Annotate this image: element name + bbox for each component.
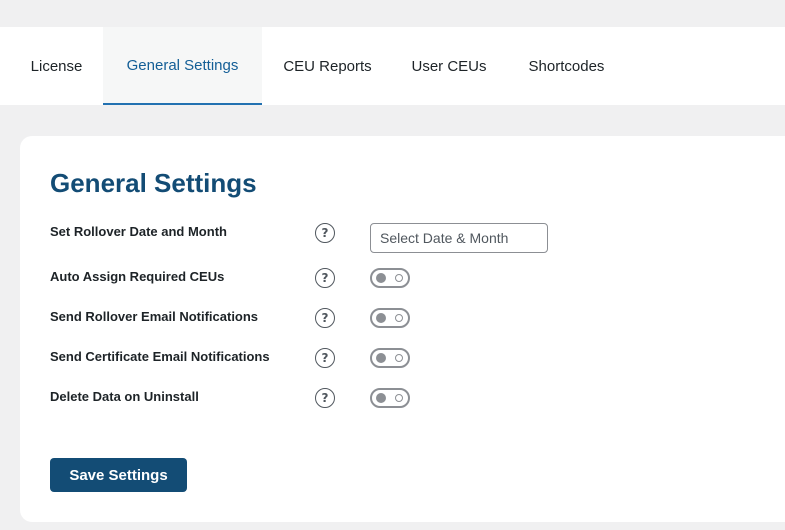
- delete-data-label: Delete Data on Uninstall: [50, 389, 199, 404]
- tab-general-settings[interactable]: General Settings: [103, 27, 262, 105]
- toggle-off-indicator: [395, 354, 403, 362]
- help-icon[interactable]: ?: [315, 308, 335, 328]
- rollover-date-input[interactable]: [370, 223, 548, 253]
- delete-data-toggle[interactable]: [370, 388, 410, 408]
- save-settings-button[interactable]: Save Settings: [50, 458, 187, 492]
- tab-user-ceus-label: User CEUs: [411, 57, 487, 75]
- toggle-off-indicator: [395, 394, 403, 402]
- toggle-off-indicator: [395, 314, 403, 322]
- help-icon[interactable]: ?: [315, 268, 335, 288]
- certificate-email-toggle[interactable]: [370, 348, 410, 368]
- toggle-knob: [376, 313, 386, 323]
- toggle-knob: [376, 393, 386, 403]
- settings-card: General Settings Set Rollover Date and M…: [20, 136, 785, 522]
- page-title: General Settings: [50, 168, 257, 198]
- rollover-email-label: Send Rollover Email Notifications: [50, 309, 259, 324]
- auto-assign-ceus-toggle[interactable]: [370, 268, 410, 288]
- toggle-knob: [376, 353, 386, 363]
- help-icon[interactable]: ?: [315, 348, 335, 368]
- tab-general-settings-label: General Settings: [126, 56, 239, 74]
- auto-assign-ceus-label: Auto Assign Required CEUs: [50, 269, 225, 284]
- tab-license[interactable]: License: [18, 27, 95, 105]
- tab-shortcodes[interactable]: Shortcodes: [514, 27, 619, 105]
- certificate-email-label: Send Certificate Email Notifications: [50, 349, 270, 364]
- tab-bar: License General Settings CEU Reports Use…: [0, 27, 785, 105]
- tab-shortcodes-label: Shortcodes: [528, 57, 605, 75]
- rollover-email-toggle[interactable]: [370, 308, 410, 328]
- rollover-date-label: Set Rollover Date and Month: [50, 224, 227, 239]
- toggle-off-indicator: [395, 274, 403, 282]
- tab-ceu-reports-label: CEU Reports: [283, 57, 372, 75]
- help-icon[interactable]: ?: [315, 388, 335, 408]
- toggle-knob: [376, 273, 386, 283]
- help-icon[interactable]: ?: [315, 223, 335, 243]
- tab-license-label: License: [30, 57, 83, 75]
- tab-ceu-reports[interactable]: CEU Reports: [270, 27, 385, 105]
- tab-user-ceus[interactable]: User CEUs: [400, 27, 498, 105]
